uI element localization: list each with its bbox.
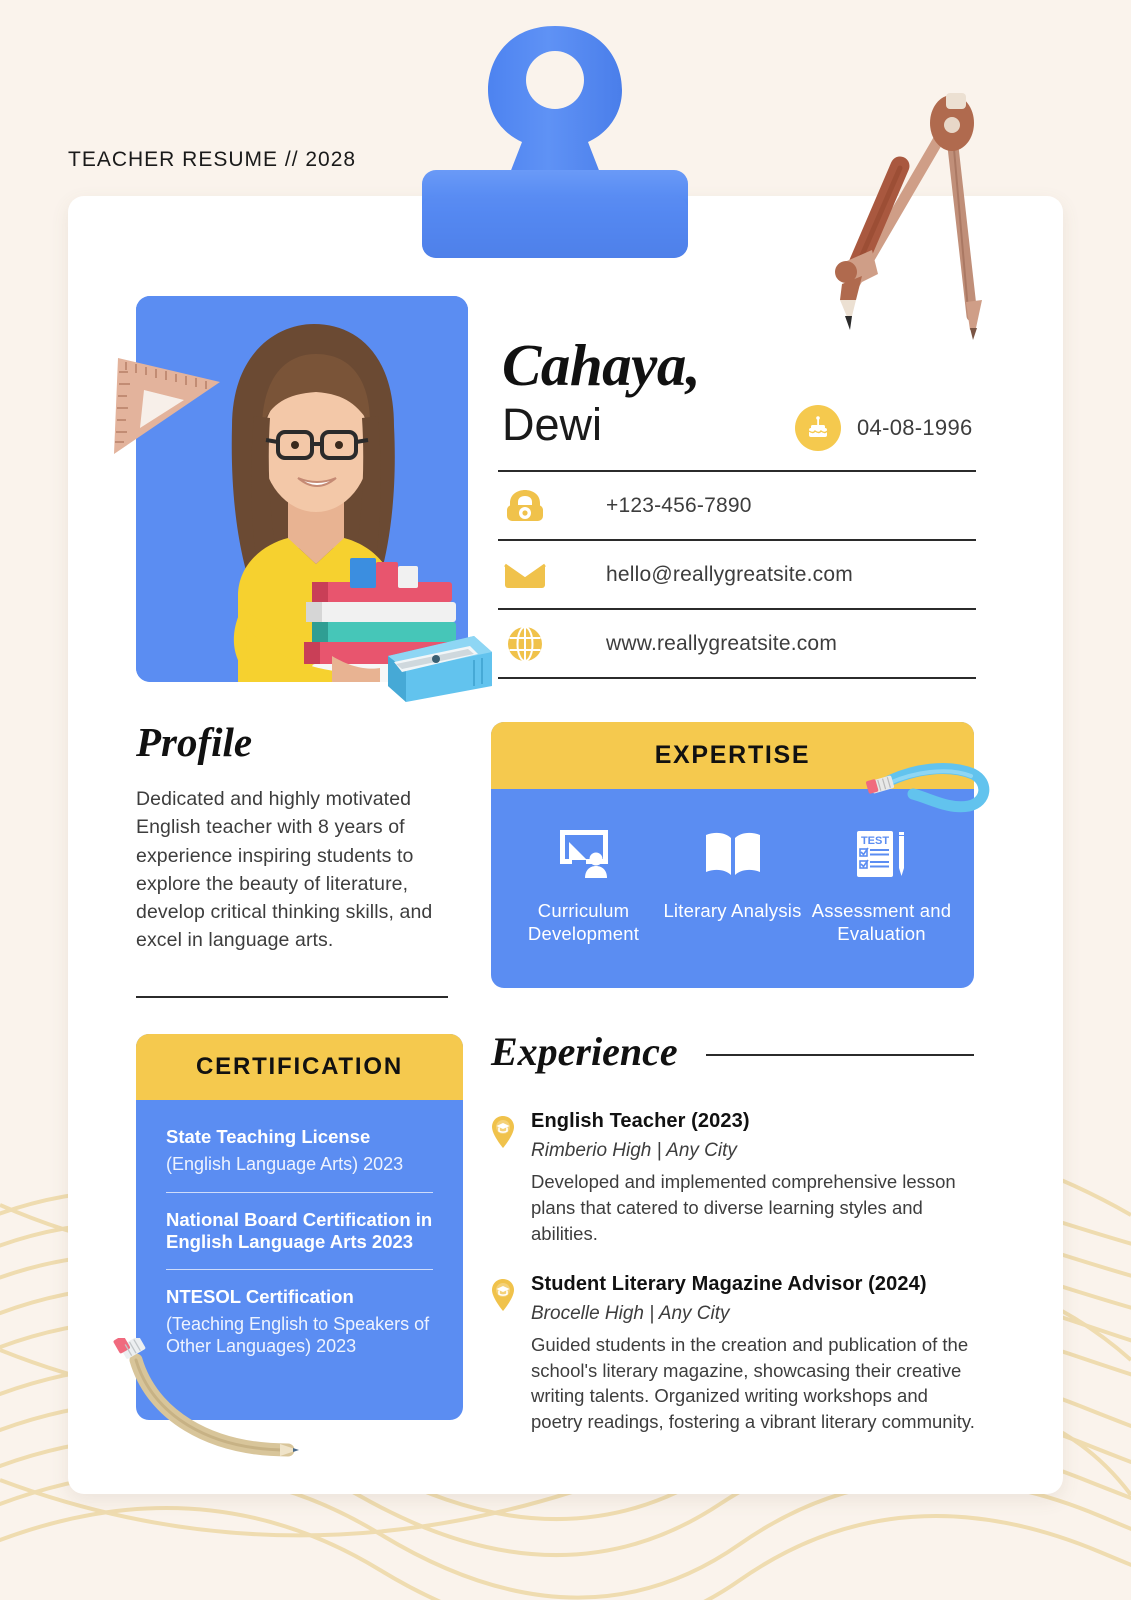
expertise-item-literary: Literary Analysis xyxy=(658,825,807,922)
certification-heading: CERTIFICATION xyxy=(196,1053,403,1080)
bending-pencil-clipart xyxy=(113,1338,299,1457)
certification-detail: (English Language Arts) 2023 xyxy=(166,1154,404,1175)
expertise-item-curriculum: Curriculum Development xyxy=(509,825,658,945)
test-checklist-icon: TEST xyxy=(807,825,956,883)
certification-item: National Board Certification in English … xyxy=(166,1209,433,1253)
profile-section: Profile Dedicated and highly motivated E… xyxy=(136,722,456,955)
envelope-icon xyxy=(502,553,548,597)
birthday-row: 04-08-1996 xyxy=(795,405,973,451)
open-book-icon xyxy=(658,825,807,883)
phone-icon xyxy=(502,484,548,528)
experience-list: English Teacher (2023) Rimberio High | A… xyxy=(491,1110,981,1461)
certification-name: National Board Certification in English … xyxy=(166,1208,433,1252)
certification-header: CERTIFICATION xyxy=(136,1034,463,1100)
certification-item: State Teaching License (English Language… xyxy=(166,1126,433,1176)
certification-divider xyxy=(166,1191,433,1193)
set-square-ruler-clipart xyxy=(114,358,220,454)
profile-body: Dedicated and highly motivated English t… xyxy=(136,788,433,952)
last-name: Dewi xyxy=(502,399,603,450)
location-pin-graduation-icon xyxy=(491,1273,517,1436)
expertise-label: Literary Analysis xyxy=(663,900,802,921)
experience-job-description: Developed and implemented comprehensive … xyxy=(531,1171,956,1244)
profile-title: Profile xyxy=(136,719,253,765)
expertise-label: Assessment and Evaluation xyxy=(811,900,952,945)
globe-icon xyxy=(502,622,548,666)
expertise-heading: EXPERTISE xyxy=(654,741,811,769)
experience-header: Experience xyxy=(491,1032,974,1072)
experience-job-title: English Teacher (2023) xyxy=(531,1110,750,1132)
email-value: hello@reallygreatsite.com xyxy=(606,562,853,586)
contact-list: +123-456-7890 hello@reallygreatsite.com xyxy=(498,470,976,679)
expertise-item-assessment: TEST Assessment and Evaluation xyxy=(807,825,956,945)
phone-value: +123-456-7890 xyxy=(606,493,752,517)
contact-row-email[interactable]: hello@reallygreatsite.com xyxy=(498,539,976,608)
experience-job-place: Brocelle High | Any City xyxy=(531,1302,730,1324)
svg-text:TEST: TEST xyxy=(860,835,888,847)
experience-item: English Teacher (2023) Rimberio High | A… xyxy=(491,1110,981,1247)
birthday-value: 04-08-1996 xyxy=(857,415,973,440)
paintbrush-clipart xyxy=(866,763,990,813)
website-value: www.reallygreatsite.com xyxy=(606,631,838,655)
location-pin-graduation-icon xyxy=(491,1110,517,1247)
contact-row-phone[interactable]: +123-456-7890 xyxy=(498,470,976,539)
experience-job-place: Rimberio High | Any City xyxy=(531,1140,737,1161)
first-name: Cahaya, xyxy=(502,332,701,398)
certification-name: NTESOL Certification xyxy=(166,1286,354,1308)
experience-job-description: Guided students in the creation and publ… xyxy=(531,1333,975,1433)
certification-name: State Teaching License xyxy=(166,1126,371,1147)
certification-divider xyxy=(166,1269,433,1271)
experience-title: Experience xyxy=(491,1029,678,1074)
drawing-compass-clipart xyxy=(835,93,982,340)
name-block: Cahaya, Dewi xyxy=(502,332,701,450)
experience-job-title: Student Literary Magazine Advisor (2024) xyxy=(531,1272,927,1295)
binder-clip-clipart xyxy=(422,26,688,258)
contact-row-website[interactable]: www.reallygreatsite.com xyxy=(498,608,976,679)
expertise-label: Curriculum Development xyxy=(527,900,640,945)
experience-divider xyxy=(705,1054,974,1056)
experience-item: Student Literary Magazine Advisor (2024)… xyxy=(491,1273,981,1436)
pencil-sharpener-clipart xyxy=(388,636,492,702)
profile-divider xyxy=(136,996,448,998)
page-header-label: TEACHER RESUME // 2028 xyxy=(68,148,357,171)
birthday-cake-icon xyxy=(795,405,841,451)
presentation-teacher-icon xyxy=(509,825,658,883)
